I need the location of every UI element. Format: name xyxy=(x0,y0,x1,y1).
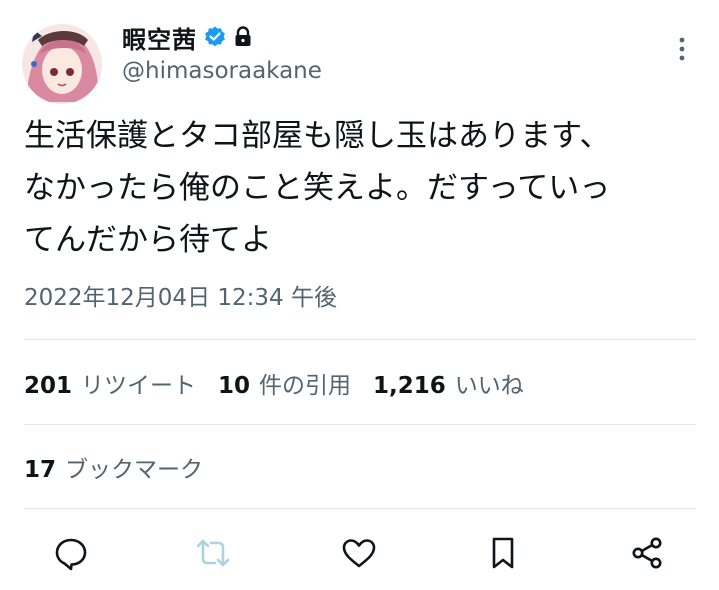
author-name-row: 暇空茜 xyxy=(122,20,253,55)
heart-icon[interactable] xyxy=(336,530,382,576)
avatar-image xyxy=(22,24,102,104)
avatar[interactable] xyxy=(22,24,102,104)
quotes-stat[interactable]: 10 件の引用 xyxy=(218,366,351,400)
retweet-icon xyxy=(190,530,236,576)
reply-icon[interactable] xyxy=(48,530,94,576)
tweet-timestamp[interactable]: 2022年12月04日 12:34 午後 xyxy=(24,278,337,312)
bookmarks-stat[interactable]: 17 ブックマーク xyxy=(24,450,203,484)
lock-icon xyxy=(233,26,253,48)
retweets-count: 201 xyxy=(24,373,73,399)
divider xyxy=(24,424,696,425)
author-display-name[interactable]: 暇空茜 xyxy=(122,20,197,55)
author-handle[interactable]: @himasoraakane xyxy=(122,58,322,84)
retweets-stat[interactable]: 201 リツイート xyxy=(24,366,196,400)
bookmark-icon[interactable] xyxy=(480,530,526,576)
bookmarks-count: 17 xyxy=(24,457,57,483)
more-vertical-icon[interactable] xyxy=(672,34,692,64)
divider xyxy=(24,339,696,340)
tweet-text: 生活保護とタコ部屋も隠し玉はあります、 なかったら俺のこと笑えよ。だすっていっ … xyxy=(24,110,704,266)
retweets-label: リツイート xyxy=(81,373,197,399)
bookmarks-label: ブックマーク xyxy=(65,457,204,483)
tweet-text-line: なかったら俺のこと笑えよ。だすっていっ xyxy=(24,170,611,206)
likes-stat[interactable]: 1,216 いいね xyxy=(373,366,524,400)
likes-label: いいね xyxy=(454,373,524,399)
engagement-stats: 201 リツイート 10 件の引用 1,216 いいね xyxy=(24,366,524,400)
tweet-text-line: 生活保護とタコ部屋も隠し玉はあります、 xyxy=(24,118,611,154)
share-icon[interactable] xyxy=(624,530,670,576)
tweet-text-line: てんだから待てよ xyxy=(24,222,272,258)
verified-badge-icon xyxy=(203,25,227,49)
divider xyxy=(24,508,696,509)
quotes-label: 件の引用 xyxy=(259,373,352,399)
likes-count: 1,216 xyxy=(373,373,446,399)
tweet-actions-bar xyxy=(0,530,719,576)
quotes-count: 10 xyxy=(218,373,251,399)
